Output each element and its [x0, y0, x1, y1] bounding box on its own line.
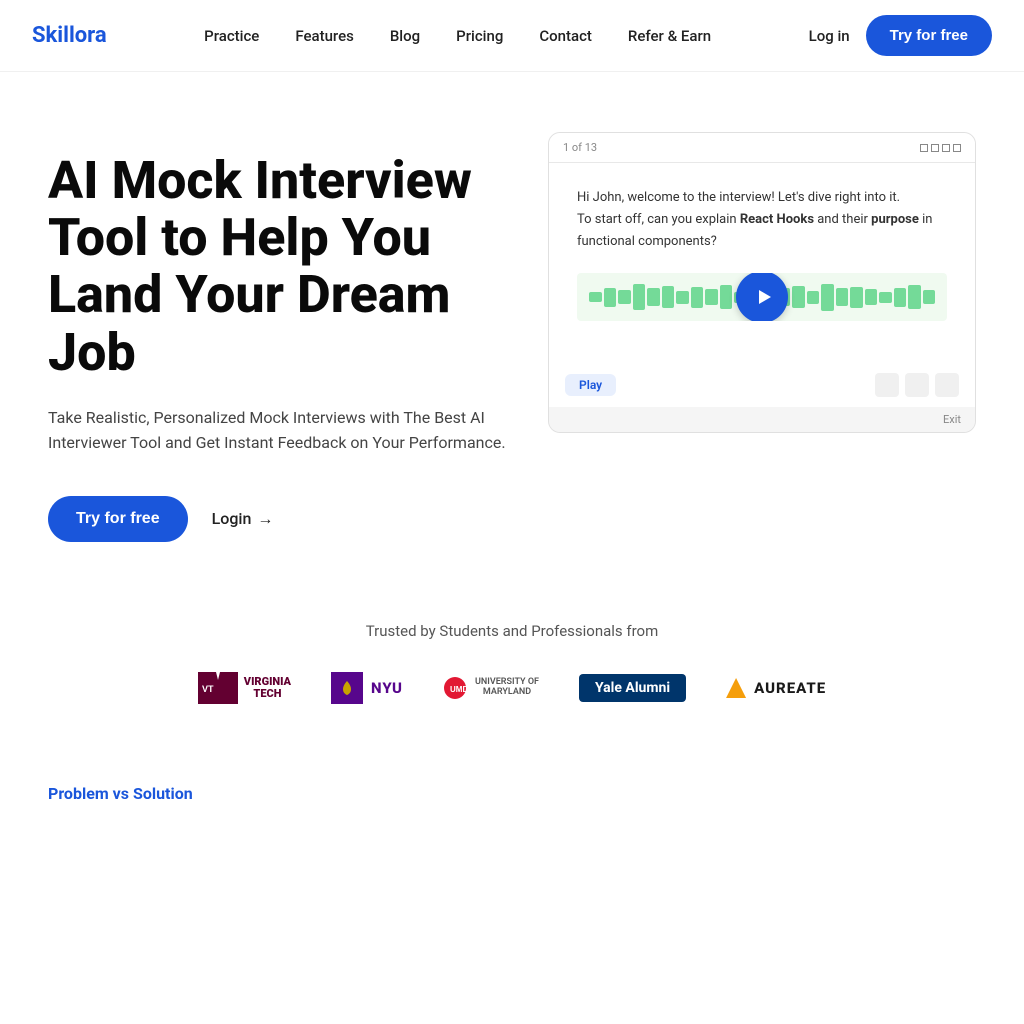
aureate-label: AUREATE	[754, 679, 826, 697]
highlight-react-hooks: React Hooks	[740, 212, 814, 227]
nav-right: Log in Try for free	[809, 15, 992, 56]
arrow-icon: →	[257, 509, 273, 529]
umd-icon: UMD	[443, 676, 467, 700]
waveform-bar	[604, 288, 617, 307]
control-dot-2[interactable]	[905, 373, 929, 397]
nav-pricing[interactable]: Pricing	[456, 27, 503, 45]
control-dots	[875, 373, 959, 397]
waveform-bar	[807, 291, 820, 304]
hero-subtitle: Take Realistic, Personalized Mock Interv…	[48, 405, 508, 456]
logo-virginia-tech: VT VIRGINIA TECH	[198, 672, 291, 704]
nav-contact[interactable]: Contact	[539, 27, 592, 45]
video-counter: 1 of 13	[563, 141, 597, 154]
yale-label: Yale Alumni	[595, 680, 670, 696]
waveform-bar	[633, 284, 646, 310]
problem-section: Problem vs Solution	[0, 724, 1024, 823]
waveform-bar	[662, 286, 675, 308]
waveform-bar	[850, 287, 863, 308]
svg-text:UMD: UMD	[450, 685, 467, 694]
trusted-text: Trusted by Students and Professionals fr…	[32, 622, 992, 640]
waveform-bar	[676, 291, 689, 304]
problem-label: Problem vs Solution	[48, 784, 976, 803]
logo-umd: UMD UNIVERSITY OF MARYLAND	[443, 676, 539, 700]
trusted-section: Trusted by Students and Professionals fr…	[0, 582, 1024, 724]
navbar: Skillora Practice Features Blog Pricing …	[0, 0, 1024, 72]
logos-row: VT VIRGINIA TECH NYU UMD	[32, 672, 992, 704]
aureate-triangle-icon	[726, 678, 746, 698]
nav-links: Practice Features Blog Pricing Contact R…	[204, 27, 711, 45]
brand-logo[interactable]: Skillora	[32, 23, 107, 48]
umd-label-2: MARYLAND	[475, 688, 539, 698]
logo-nyu: NYU	[331, 672, 403, 704]
waveform-bar	[618, 290, 631, 304]
waveform-bar	[792, 286, 805, 308]
video-content: Hi John, welcome to the interview! Let's…	[549, 163, 975, 363]
nav-features[interactable]: Features	[295, 27, 353, 45]
waveform-bar	[923, 290, 936, 304]
nyu-label: NYU	[371, 679, 403, 697]
hero-section: AI Mock Interview Tool to Help You Land …	[0, 72, 1024, 582]
svg-text:VT: VT	[202, 684, 214, 694]
hero-cta: Try for free Login →	[48, 496, 508, 542]
nav-refer[interactable]: Refer & Earn	[628, 27, 711, 45]
play-label[interactable]: Play	[565, 374, 616, 396]
nyu-box	[331, 672, 363, 704]
waveform-bar	[720, 285, 733, 309]
virginia-tech-icon: VT	[198, 672, 238, 704]
waveform-bar	[836, 288, 849, 306]
try-free-button[interactable]: Try for free	[866, 15, 992, 56]
play-button[interactable]	[736, 273, 788, 321]
login-link[interactable]: Log in	[809, 27, 850, 45]
waveform-bar	[879, 292, 892, 303]
exit-button[interactable]: Exit	[943, 413, 961, 426]
nav-practice[interactable]: Practice	[204, 27, 259, 45]
logo-yale: Yale Alumni	[579, 674, 686, 702]
nyu-flame-icon	[338, 679, 356, 697]
waveform-bar	[908, 285, 921, 309]
waveform-bar	[865, 289, 878, 305]
waveform-bar	[705, 289, 718, 305]
waveform-bar	[589, 292, 602, 302]
hero-left: AI Mock Interview Tool to Help You Land …	[48, 132, 508, 542]
waveform-bar	[691, 287, 704, 308]
hero-right: 1 of 13 Hi John, welcome to the intervie…	[548, 132, 976, 433]
expand-icon[interactable]	[920, 144, 961, 152]
control-dot-1[interactable]	[875, 373, 899, 397]
logo-aureate: AUREATE	[726, 678, 826, 698]
video-bottom-bar: Exit	[549, 407, 975, 432]
video-controls: Play	[549, 363, 975, 407]
nav-blog[interactable]: Blog	[390, 27, 420, 45]
play-icon	[754, 287, 774, 307]
control-dot-3[interactable]	[935, 373, 959, 397]
video-preview: 1 of 13 Hi John, welcome to the intervie…	[548, 132, 976, 433]
waveform	[577, 273, 947, 321]
hero-login-link[interactable]: Login →	[212, 509, 274, 529]
interview-text: Hi John, welcome to the interview! Let's…	[577, 187, 947, 253]
video-top-bar: 1 of 13	[549, 133, 975, 163]
play-button-container	[736, 273, 788, 321]
highlight-purpose: purpose	[871, 212, 919, 227]
hero-try-button[interactable]: Try for free	[48, 496, 188, 542]
waveform-bar	[894, 288, 907, 307]
hero-title: AI Mock Interview Tool to Help You Land …	[48, 152, 508, 381]
waveform-bar	[821, 284, 834, 311]
waveform-bar	[647, 288, 660, 306]
